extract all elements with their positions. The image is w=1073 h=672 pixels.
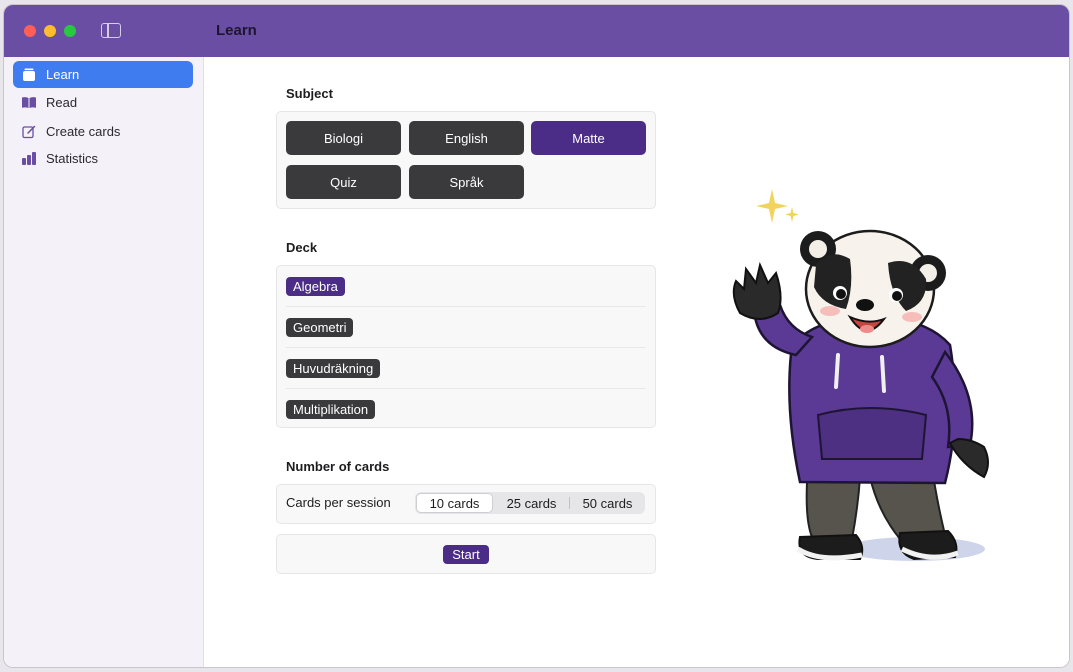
app-window: Learn Learn Read Create cards Statistics (3, 4, 1070, 668)
sidebar-item-learn[interactable]: Learn (13, 61, 193, 88)
segment-50-cards[interactable]: 50 cards (570, 492, 645, 514)
deck-row[interactable]: Algebra (286, 266, 646, 307)
deck-heading: Deck (286, 240, 318, 255)
badger-mascot-illustration (732, 189, 989, 561)
subject-button-sprak[interactable]: Språk (409, 165, 524, 199)
sidebar-item-label: Learn (46, 67, 80, 82)
deck-chip-huvudrakning[interactable]: Huvudräkning (286, 358, 381, 378)
deck-chip-algebra[interactable]: Algebra (286, 277, 345, 296)
window-title: Learn (216, 22, 257, 39)
cards-panel: Cards per session 10 cards 25 cards 50 c… (276, 484, 656, 524)
subject-button-matte[interactable]: Matte (531, 121, 646, 155)
segment-25-cards[interactable]: 25 cards (494, 492, 569, 514)
cards-segmented-control[interactable]: 10 cards 25 cards 50 cards (415, 492, 645, 514)
subject-button-biologi[interactable]: Biologi (286, 121, 401, 155)
bar-chart-icon (21, 152, 37, 166)
deck-row[interactable]: Huvudräkning (286, 347, 646, 388)
deck-chip-geometri[interactable]: Geometri (286, 317, 354, 337)
main-content: Subject Biologi English Matte Quiz Språk… (205, 57, 1069, 667)
sidebar: Learn Read Create cards Statistics (4, 57, 204, 667)
start-button[interactable]: Start (443, 545, 489, 564)
deck-panel: Algebra Geometri Huvudräkning Multiplika… (276, 265, 656, 428)
book-icon (21, 96, 37, 110)
sidebar-item-create-cards[interactable]: Create cards (13, 118, 193, 145)
deck-chip-multiplikation[interactable]: Multiplikation (286, 399, 376, 419)
cards-heading: Number of cards (286, 459, 390, 474)
zoom-window-button[interactable] (64, 25, 76, 37)
segment-10-cards[interactable]: 10 cards (416, 493, 493, 513)
sidebar-item-label: Create cards (46, 124, 121, 139)
sidebar-item-read[interactable]: Read (13, 89, 193, 116)
deck-row[interactable]: Multiplikation (286, 388, 646, 429)
sidebar-toggle-icon[interactable] (101, 23, 121, 38)
cards-per-session-label: Cards per session (286, 495, 391, 510)
close-window-button[interactable] (24, 25, 36, 37)
minimize-window-button[interactable] (44, 25, 56, 37)
sidebar-item-statistics[interactable]: Statistics (13, 145, 193, 172)
stack-icon (21, 68, 37, 82)
subject-panel: Biologi English Matte Quiz Språk (276, 111, 656, 209)
subject-button-quiz[interactable]: Quiz (286, 165, 401, 199)
start-panel: Start (276, 534, 656, 574)
subject-button-english[interactable]: English (409, 121, 524, 155)
deck-row[interactable]: Geometri (286, 306, 646, 347)
title-bar: Learn (4, 5, 1069, 57)
sidebar-item-label: Statistics (46, 151, 99, 166)
edit-icon (21, 125, 37, 139)
subject-heading: Subject (286, 86, 333, 101)
sidebar-item-label: Read (46, 95, 78, 110)
